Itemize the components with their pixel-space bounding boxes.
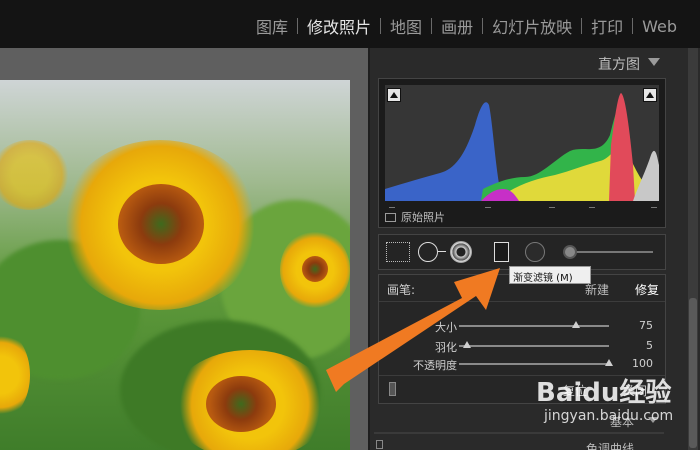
module-print[interactable]: 打印 xyxy=(582,14,632,38)
slider-size[interactable]: 大小 75 xyxy=(379,319,665,334)
section-tone-curve-title: 色调曲线 xyxy=(585,442,634,450)
histogram-tick xyxy=(485,207,491,208)
slider-opacity[interactable]: 不透明度 100 xyxy=(379,357,665,372)
slider-opacity-thumb[interactable] xyxy=(605,359,613,366)
module-map[interactable]: 地图 xyxy=(381,14,431,38)
sunflower-photo[interactable] xyxy=(0,80,350,450)
slider-feather-value: 5 xyxy=(646,339,653,352)
module-develop[interactable]: 修改照片 xyxy=(298,14,380,38)
histogram-tick xyxy=(389,207,395,208)
slider-size-label: 大小 xyxy=(435,321,457,334)
mask-toggle-icon[interactable] xyxy=(389,382,396,396)
tool-strip xyxy=(378,234,666,270)
histogram-graph xyxy=(385,93,659,201)
slider-size-thumb[interactable] xyxy=(572,321,580,328)
graduated-filter-icon[interactable] xyxy=(494,242,509,262)
spot-removal-arrow-icon xyxy=(438,251,446,252)
histogram-tick xyxy=(651,207,657,208)
original-photo-label: 原始照片 xyxy=(401,211,445,224)
histogram-tick xyxy=(589,207,595,208)
photo-preview-area[interactable] xyxy=(0,48,368,450)
brush-mode-edit[interactable]: 修复 xyxy=(635,281,659,298)
module-web[interactable]: Web xyxy=(633,17,686,36)
sunflower-bottom-center xyxy=(206,376,276,432)
slider-size-value: 75 xyxy=(639,319,653,332)
slider-opacity-track[interactable] xyxy=(459,363,609,365)
module-picker-bar: 图库 修改照片 地图 画册 幻灯片放映 打印 Web xyxy=(0,0,700,48)
section-toggle-icon[interactable] xyxy=(376,440,383,449)
slider-opacity-value: 100 xyxy=(632,357,653,370)
red-eye-correction-icon[interactable] xyxy=(450,241,472,263)
slider-feather[interactable]: 羽化 5 xyxy=(379,339,665,354)
adjustment-brush-track xyxy=(569,251,653,253)
histogram-box: 原始照片 xyxy=(378,78,666,228)
spot-removal-icon[interactable] xyxy=(418,242,438,262)
graduated-filter-tooltip: 渐变滤镜 (M) xyxy=(509,266,591,284)
watermark-url: jingyan.baidu.com xyxy=(544,408,674,424)
sunflower-main-center xyxy=(118,184,204,264)
original-photo-toggle[interactable]: 原始照片 xyxy=(385,209,445,225)
sunflower-top-left xyxy=(0,140,70,210)
original-photo-checkbox-icon[interactable] xyxy=(385,212,396,222)
brush-divider xyxy=(379,301,665,302)
module-slideshow[interactable]: 幻灯片放映 xyxy=(483,14,581,38)
module-book[interactable]: 画册 xyxy=(432,14,482,38)
shadow-clipping-button[interactable] xyxy=(387,88,401,102)
histogram-header[interactable]: 直方图 xyxy=(370,48,668,78)
baidu-watermark: Baidu经验 jingyan.baidu.com xyxy=(536,372,696,434)
slider-size-track[interactable] xyxy=(459,325,609,327)
brush-label: 画笔: xyxy=(387,283,416,297)
slider-opacity-label: 不透明度 xyxy=(413,359,457,372)
radial-filter-icon[interactable] xyxy=(525,242,545,262)
crop-overlay-icon[interactable] xyxy=(386,242,410,262)
highlight-clipping-button[interactable] xyxy=(643,88,657,102)
section-tone-curve-header[interactable]: 色调曲线 xyxy=(370,438,668,450)
adjustment-brush-icon[interactable] xyxy=(563,245,577,259)
slider-feather-label: 羽化 xyxy=(435,341,457,354)
watermark-logo-text: Baidu经验 xyxy=(536,378,672,408)
module-list: 图库 修改照片 地图 画册 幻灯片放映 打印 Web xyxy=(247,14,686,38)
collapse-triangle-icon[interactable] xyxy=(648,58,660,66)
histogram-tick xyxy=(549,207,555,208)
slider-feather-thumb[interactable] xyxy=(462,341,471,348)
module-library[interactable]: 图库 xyxy=(247,14,297,38)
sunflower-right-center xyxy=(302,256,328,282)
histogram-plot[interactable] xyxy=(385,85,659,201)
histogram-title: 直方图 xyxy=(598,57,640,73)
slider-feather-track[interactable] xyxy=(459,345,609,347)
